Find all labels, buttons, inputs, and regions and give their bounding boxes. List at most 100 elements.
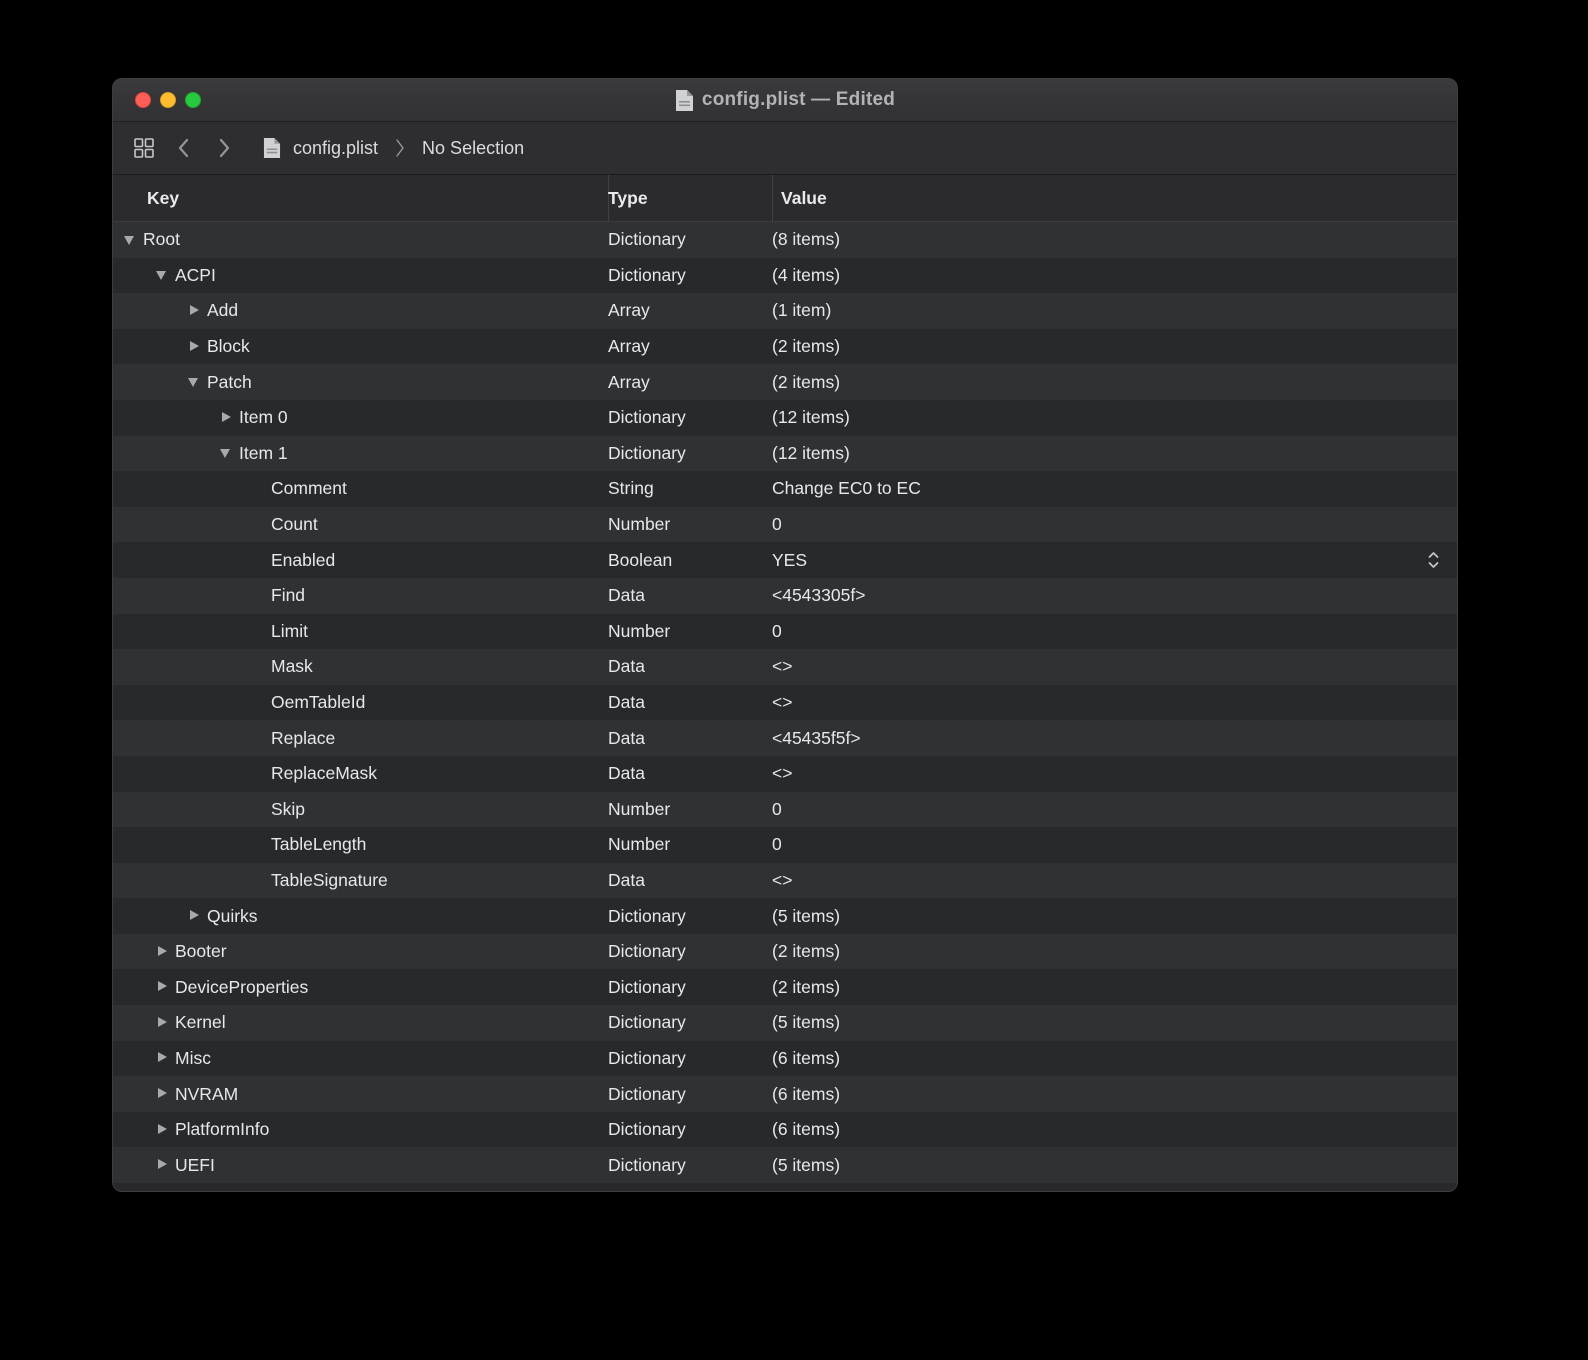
disclosure-triangle-icon[interactable] [251, 695, 271, 711]
row-value: (12 items) [772, 407, 1457, 428]
row-type: Number [608, 799, 772, 820]
row-key: OemTableId [271, 692, 365, 713]
column-header-type[interactable]: Type [608, 175, 772, 221]
row-type: Number [608, 621, 772, 642]
disclosure-triangle-icon[interactable] [155, 1015, 175, 1031]
row-type: Number [608, 834, 772, 855]
row-type: Dictionary [608, 941, 772, 962]
table-row[interactable]: Skip Number 0 [113, 792, 1457, 828]
table-row[interactable]: Enabled Boolean YES [113, 542, 1457, 578]
table-row[interactable]: Mask Data <> [113, 649, 1457, 685]
row-key: Skip [271, 799, 305, 820]
table-row[interactable]: Add Array (1 item) [113, 293, 1457, 329]
disclosure-triangle-icon[interactable] [251, 552, 271, 568]
table-footer-fill [113, 1183, 1457, 1192]
disclosure-triangle-icon[interactable] [251, 730, 271, 746]
row-type: Dictionary [608, 1155, 772, 1176]
table-row[interactable]: OemTableId Data <> [113, 685, 1457, 721]
row-key-cell: OemTableId [113, 692, 608, 713]
row-value: (5 items) [772, 906, 1457, 927]
column-header-value[interactable]: Value [772, 175, 1457, 221]
related-items-button[interactable] [129, 133, 159, 163]
row-key-cell: Find [113, 585, 608, 606]
row-type: Data [608, 656, 772, 677]
back-button[interactable] [169, 133, 199, 163]
table-row[interactable]: Booter Dictionary (2 items) [113, 934, 1457, 970]
row-key: TableSignature [271, 870, 388, 891]
disclosure-triangle-icon[interactable] [187, 339, 207, 355]
disclosure-triangle-icon[interactable] [251, 872, 271, 888]
disclosure-triangle-icon[interactable] [155, 1050, 175, 1066]
row-key-cell: PlatformInfo [113, 1119, 608, 1140]
disclosure-triangle-icon[interactable] [155, 267, 175, 283]
breadcrumb-selection[interactable]: No Selection [422, 138, 524, 159]
row-key-cell: Replace [113, 728, 608, 749]
disclosure-triangle-icon[interactable] [187, 374, 207, 390]
table-row[interactable]: Item 0 Dictionary (12 items) [113, 400, 1457, 436]
row-key: PlatformInfo [175, 1119, 269, 1140]
close-button[interactable] [135, 92, 151, 108]
column-header-key[interactable]: Key [113, 175, 608, 221]
disclosure-triangle-icon[interactable] [187, 303, 207, 319]
row-key-cell: ACPI [113, 265, 608, 286]
table-row[interactable]: Quirks Dictionary (5 items) [113, 898, 1457, 934]
table-row[interactable]: Replace Data <45435f5f> [113, 720, 1457, 756]
row-key: Enabled [271, 550, 335, 571]
table-row[interactable]: Block Array (2 items) [113, 329, 1457, 365]
disclosure-triangle-icon[interactable] [251, 659, 271, 675]
table-row[interactable]: PlatformInfo Dictionary (6 items) [113, 1112, 1457, 1148]
row-value: (2 items) [772, 336, 1457, 357]
row-key: Kernel [175, 1012, 226, 1033]
table-row[interactable]: ReplaceMask Data <> [113, 756, 1457, 792]
row-value: (6 items) [772, 1048, 1457, 1069]
disclosure-triangle-icon[interactable] [251, 766, 271, 782]
disclosure-triangle-icon[interactable] [251, 837, 271, 853]
row-key: Count [271, 514, 318, 535]
row-key: DeviceProperties [175, 977, 308, 998]
table-row[interactable]: Misc Dictionary (6 items) [113, 1041, 1457, 1077]
disclosure-triangle-icon[interactable] [251, 588, 271, 604]
title-bar[interactable]: config.plist — Edited [113, 79, 1457, 122]
row-key: Item 1 [239, 443, 288, 464]
disclosure-triangle-icon[interactable] [155, 1157, 175, 1173]
boolean-stepper[interactable] [1426, 550, 1441, 570]
disclosure-triangle-icon[interactable] [219, 445, 239, 461]
disclosure-triangle-icon[interactable] [187, 908, 207, 924]
row-value: 0 [772, 834, 1457, 855]
disclosure-triangle-icon[interactable] [251, 481, 271, 497]
disclosure-triangle-icon[interactable] [123, 232, 143, 248]
row-type: Data [608, 728, 772, 749]
table-row[interactable]: UEFI Dictionary (5 items) [113, 1147, 1457, 1183]
table-row[interactable]: Kernel Dictionary (5 items) [113, 1005, 1457, 1041]
disclosure-triangle-icon[interactable] [155, 944, 175, 960]
forward-button[interactable] [209, 133, 239, 163]
row-value: <> [772, 692, 1457, 713]
table-row[interactable]: Limit Number 0 [113, 614, 1457, 650]
row-type: Dictionary [608, 1048, 772, 1069]
row-type: Array [608, 300, 772, 321]
disclosure-triangle-icon[interactable] [219, 410, 239, 426]
minimize-button[interactable] [160, 92, 176, 108]
zoom-button[interactable] [185, 92, 201, 108]
related-items-grid-icon [133, 137, 155, 159]
table-row[interactable]: TableLength Number 0 [113, 827, 1457, 863]
disclosure-triangle-icon[interactable] [251, 801, 271, 817]
table-row[interactable]: ACPI Dictionary (4 items) [113, 258, 1457, 294]
table-row[interactable]: Root Dictionary (8 items) [113, 222, 1457, 258]
disclosure-triangle-icon[interactable] [155, 1122, 175, 1138]
table-row[interactable]: DeviceProperties Dictionary (2 items) [113, 969, 1457, 1005]
row-key-cell: Skip [113, 799, 608, 820]
disclosure-triangle-icon[interactable] [251, 623, 271, 639]
table-row[interactable]: TableSignature Data <> [113, 863, 1457, 899]
table-row[interactable]: NVRAM Dictionary (6 items) [113, 1076, 1457, 1112]
table-row[interactable]: Patch Array (2 items) [113, 364, 1457, 400]
table-row[interactable]: Count Number 0 [113, 507, 1457, 543]
table-row[interactable]: Find Data <4543305f> [113, 578, 1457, 614]
table-row[interactable]: Comment String Change EC0 to EC [113, 471, 1457, 507]
breadcrumb-file[interactable]: config.plist [293, 138, 378, 159]
disclosure-triangle-icon[interactable] [155, 1086, 175, 1102]
table-row[interactable]: Item 1 Dictionary (12 items) [113, 436, 1457, 472]
disclosure-triangle-icon[interactable] [155, 979, 175, 995]
disclosure-triangle-icon[interactable] [251, 517, 271, 533]
row-type: Boolean [608, 550, 772, 571]
